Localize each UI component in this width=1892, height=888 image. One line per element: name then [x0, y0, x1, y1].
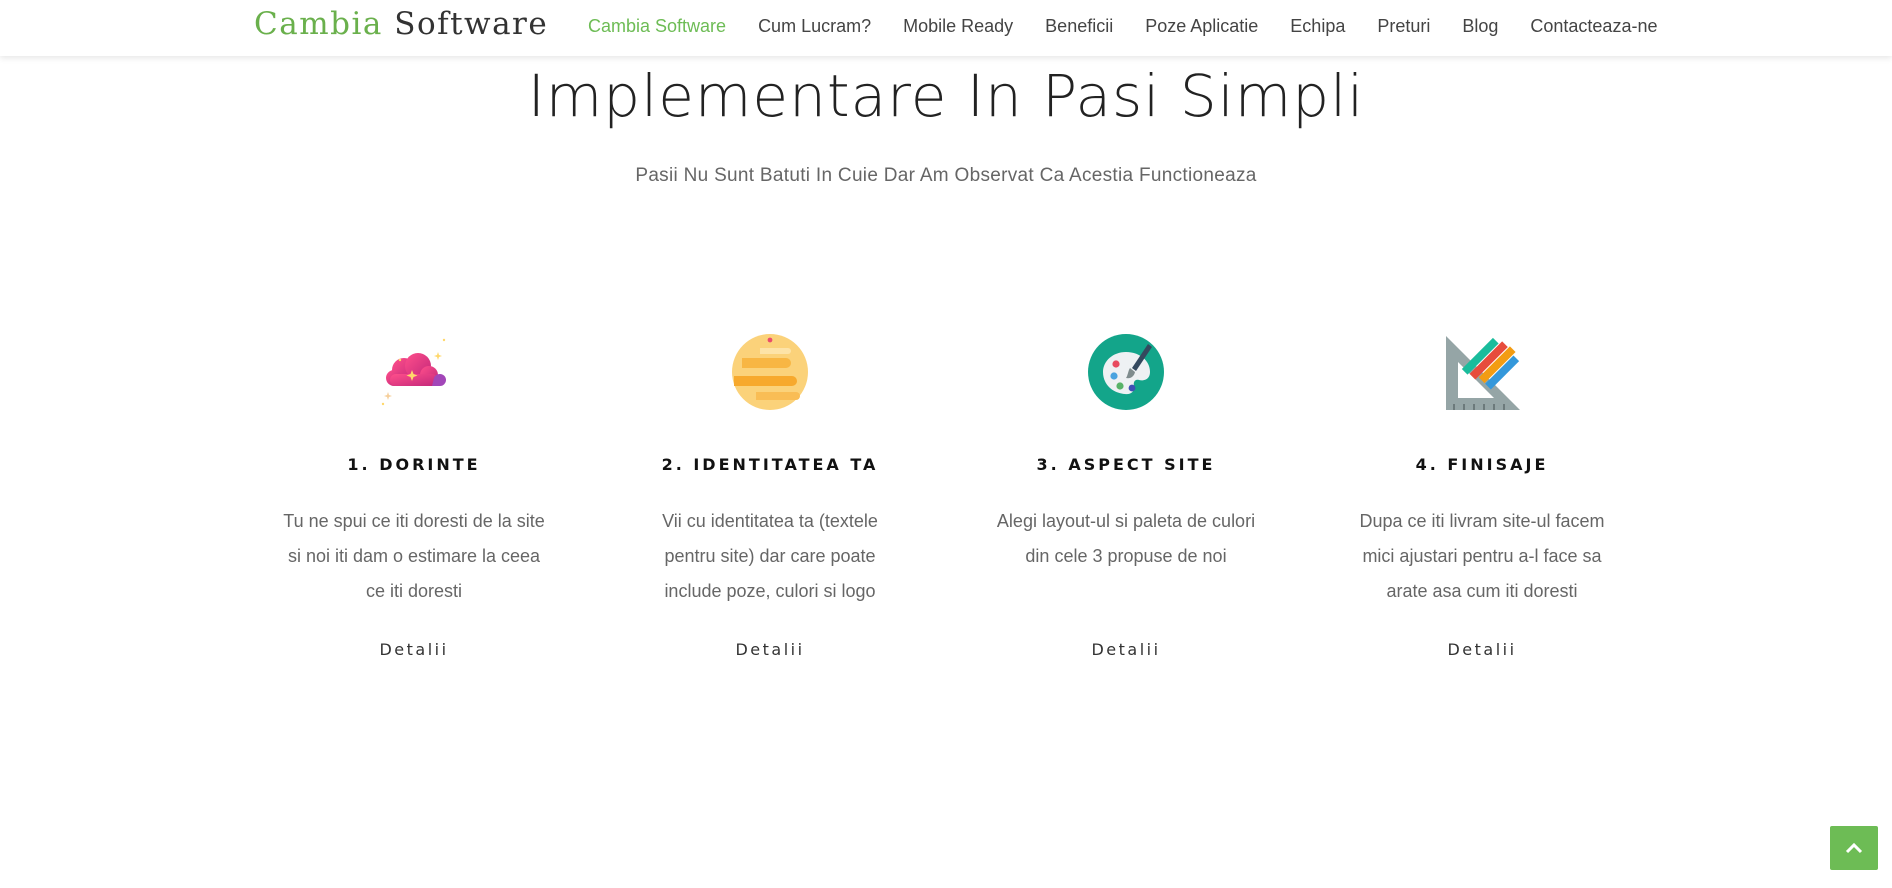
- section-subtitle: Pasii Nu Sunt Batuti In Cuie Dar Am Obse…: [635, 165, 1257, 186]
- nav-item-preturi[interactable]: Preturi: [1377, 16, 1430, 37]
- step-card-2: 2. IDENTITATEA TA Vii cu identitatea ta …: [620, 332, 920, 659]
- top-navbar: Cambia Software Cambia Software Cum Lucr…: [0, 0, 1892, 56]
- details-link[interactable]: Detalii: [620, 640, 920, 659]
- step-description: Dupa ce iti livram site-ul facem mici aj…: [1359, 511, 1605, 601]
- nav-item-poze-aplicatie[interactable]: Poze Aplicatie: [1145, 16, 1258, 37]
- step-title: 4. FINISAJE: [1415, 455, 1549, 474]
- nav-item-contacteaza-ne[interactable]: Contacteaza-ne: [1530, 16, 1657, 37]
- section-title: Implementare In Pasi Simpli: [527, 62, 1365, 130]
- step-description: Tu ne spui ce iti doresti de la site si …: [283, 511, 545, 601]
- nav-item-echipa[interactable]: Echipa: [1290, 16, 1345, 37]
- brand-logo[interactable]: Cambia Software: [254, 6, 548, 42]
- brand-part2: Software: [394, 6, 549, 42]
- details-link[interactable]: Detalii: [264, 640, 564, 659]
- planet-icon: [732, 334, 808, 410]
- details-link[interactable]: Detalii: [976, 640, 1276, 659]
- brand-part1: Cambia: [254, 6, 383, 42]
- step-description: Alegi layout-ul si paleta de culori din …: [996, 511, 1256, 566]
- nav-item-cum-lucram[interactable]: Cum Lucram?: [758, 16, 871, 37]
- nav-item-blog[interactable]: Blog: [1462, 16, 1498, 37]
- step-title: 2. IDENTITATEA TA: [661, 455, 879, 474]
- main-nav: Cambia Software Cum Lucram? Mobile Ready…: [588, 0, 1657, 52]
- step-description: Vii cu identitatea ta (textele pentru si…: [662, 511, 878, 601]
- nav-item-mobile-ready[interactable]: Mobile Ready: [903, 16, 1013, 37]
- palette-icon: [1088, 334, 1164, 410]
- ruler-pencils-icon: [1446, 336, 1520, 410]
- details-link[interactable]: Detalii: [1332, 640, 1632, 659]
- step-card-4: 4. FINISAJE Dupa ce iti livram site-ul f…: [1332, 332, 1632, 659]
- chevron-up-icon: [1845, 842, 1863, 854]
- step-title: 3. ASPECT SITE: [1036, 455, 1216, 474]
- nav-item-cambia-software[interactable]: Cambia Software: [588, 16, 726, 37]
- scroll-top-button[interactable]: [1830, 826, 1878, 870]
- cloud-sparkle-icon: [381, 338, 446, 406]
- nav-item-beneficii[interactable]: Beneficii: [1045, 16, 1113, 37]
- step-title: 1. DORINTE: [347, 455, 481, 474]
- step-card-1: 1. DORINTE Tu ne spui ce iti doresti de …: [264, 332, 564, 659]
- step-card-3: 3. ASPECT SITE Alegi layout-ul si paleta…: [976, 332, 1276, 659]
